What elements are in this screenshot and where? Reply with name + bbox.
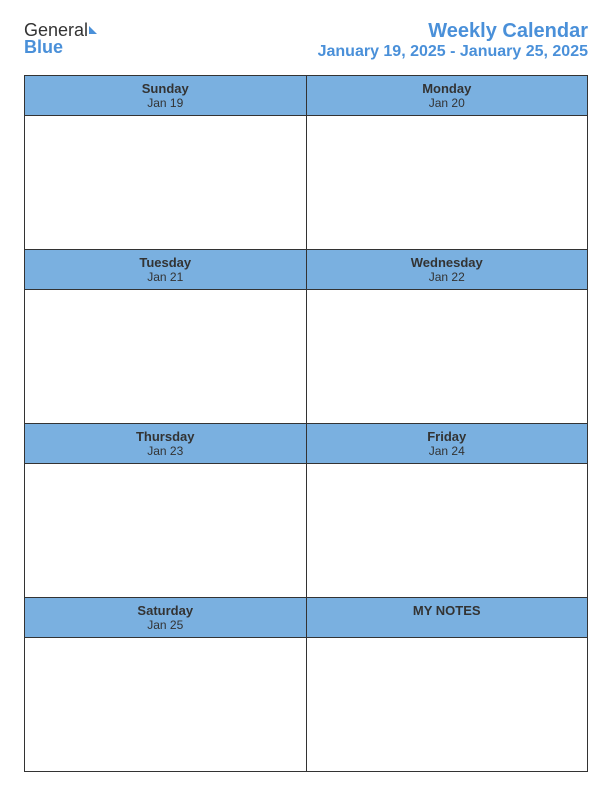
header-wednesday: Wednesday Jan 22: [307, 250, 588, 289]
header-saturday: Saturday Jan 25: [25, 598, 307, 637]
content-tuesday-wednesday: [25, 290, 587, 423]
monday-date: Jan 20: [311, 96, 584, 110]
saturday-content[interactable]: [25, 638, 307, 771]
header-sunday: Sunday Jan 19: [25, 76, 307, 115]
saturday-name: Saturday: [29, 603, 302, 618]
notes-label: MY NOTES: [311, 603, 584, 618]
content-saturday-notes: [25, 638, 587, 771]
saturday-date: Jan 25: [29, 618, 302, 632]
header-thursday-friday: Thursday Jan 23 Friday Jan 24: [25, 424, 587, 464]
content-thursday-friday: [25, 464, 587, 597]
row-thursday-friday: Thursday Jan 23 Friday Jan 24: [25, 423, 587, 597]
header-sunday-monday: Sunday Jan 19 Monday Jan 20: [25, 76, 587, 116]
header-notes: MY NOTES: [307, 598, 588, 637]
friday-content[interactable]: [307, 464, 588, 597]
logo-triangle-icon: [89, 26, 97, 34]
wednesday-content[interactable]: [307, 290, 588, 423]
header-tuesday: Tuesday Jan 21: [25, 250, 307, 289]
wednesday-name: Wednesday: [311, 255, 584, 270]
row-saturday-notes: Saturday Jan 25 MY NOTES: [25, 597, 587, 771]
friday-date: Jan 24: [311, 444, 584, 458]
monday-name: Monday: [311, 81, 584, 96]
tuesday-content[interactable]: [25, 290, 307, 423]
notes-content[interactable]: [307, 638, 588, 771]
thursday-date: Jan 23: [29, 444, 302, 458]
friday-name: Friday: [311, 429, 584, 444]
thursday-content[interactable]: [25, 464, 307, 597]
header-thursday: Thursday Jan 23: [25, 424, 307, 463]
monday-content[interactable]: [307, 116, 588, 249]
tuesday-date: Jan 21: [29, 270, 302, 284]
wednesday-date: Jan 22: [311, 270, 584, 284]
sunday-date: Jan 19: [29, 96, 302, 110]
logo-area: General Blue: [24, 20, 97, 58]
header: General Blue Weekly Calendar January 19,…: [24, 20, 588, 61]
row-sunday-monday: Sunday Jan 19 Monday Jan 20: [25, 76, 587, 249]
header-monday: Monday Jan 20: [307, 76, 588, 115]
logo-blue-text: Blue: [24, 37, 63, 58]
calendar-title: Weekly Calendar: [318, 20, 588, 43]
header-saturday-notes: Saturday Jan 25 MY NOTES: [25, 598, 587, 638]
calendar-grid: Sunday Jan 19 Monday Jan 20 Tuesday Jan …: [24, 75, 588, 772]
sunday-content[interactable]: [25, 116, 307, 249]
calendar-date-range: January 19, 2025 - January 25, 2025: [318, 43, 588, 61]
thursday-name: Thursday: [29, 429, 302, 444]
header-tuesday-wednesday: Tuesday Jan 21 Wednesday Jan 22: [25, 250, 587, 290]
page: General Blue Weekly Calendar January 19,…: [0, 0, 612, 792]
content-sunday-monday: [25, 116, 587, 249]
row-tuesday-wednesday: Tuesday Jan 21 Wednesday Jan 22: [25, 249, 587, 423]
calendar-title-area: Weekly Calendar January 19, 2025 - Janua…: [318, 20, 588, 61]
tuesday-name: Tuesday: [29, 255, 302, 270]
header-friday: Friday Jan 24: [307, 424, 588, 463]
sunday-name: Sunday: [29, 81, 302, 96]
